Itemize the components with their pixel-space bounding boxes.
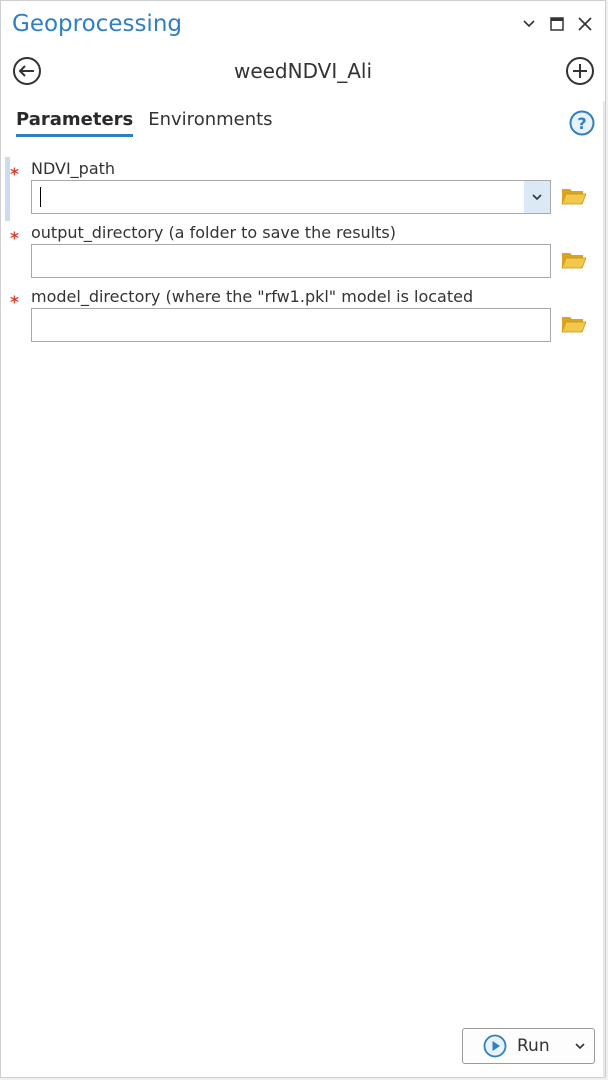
tool-title: weedNDVI_Ali [233,59,373,83]
ndvi-path-input[interactable] [31,180,551,214]
required-marker: * [10,229,19,249]
chevron-down-icon [532,194,542,201]
dropdown-button[interactable] [524,181,550,213]
folder-icon[interactable] [561,185,587,207]
run-label: Run [517,1036,550,1056]
chevron-down-icon[interactable] [574,1040,586,1052]
help-icon[interactable]: ? [569,110,595,136]
svg-text:?: ? [577,114,586,133]
tab-environments[interactable]: Environments [148,109,272,137]
pane-edge [603,101,605,1079]
pane-title: Geoprocessing [12,11,182,37]
required-marker: * [10,165,19,185]
geoprocessing-pane: Geoprocessing weedNDVI_Ali Parameters En… [0,0,606,1079]
required-marker: * [10,293,19,313]
tab-bar: Parameters Environments [16,109,273,137]
add-icon[interactable] [565,56,595,86]
folder-icon[interactable] [561,313,587,335]
model-directory-input[interactable] [31,308,551,342]
folder-icon[interactable] [561,249,587,271]
text-caret [40,187,41,207]
close-icon[interactable] [574,13,596,35]
parameter-label: NDVI_path [31,159,116,178]
chevron-down-icon[interactable] [518,13,540,35]
run-button[interactable]: Run [462,1028,595,1064]
parameter-label: output_directory (a folder to save the r… [31,223,396,242]
tab-parameters[interactable]: Parameters [16,109,134,137]
play-icon [483,1034,507,1058]
parameter-label: model_directory (where the "rfw1.pkl" mo… [31,287,474,306]
maximize-icon[interactable] [546,13,568,35]
output-directory-input[interactable] [31,244,551,278]
